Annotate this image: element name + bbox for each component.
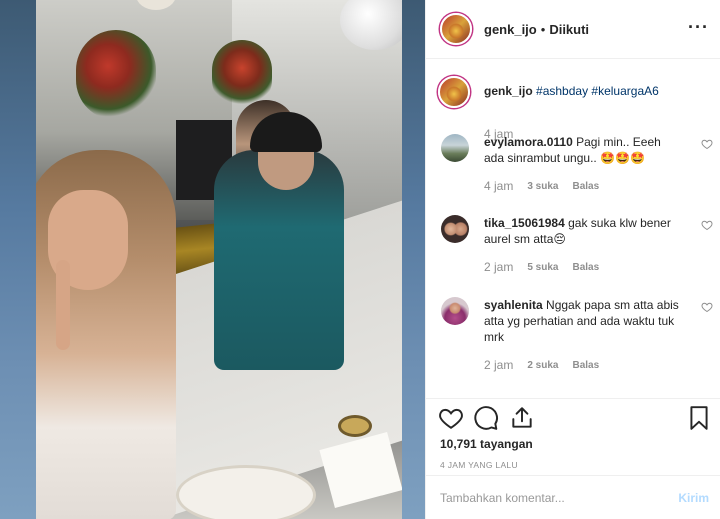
avatar[interactable] [441, 215, 469, 243]
post-actions [426, 398, 720, 438]
comment-username[interactable]: syahlenita [484, 298, 543, 312]
video-scene-finger [56, 260, 70, 350]
share-icon[interactable] [509, 405, 535, 431]
avatar[interactable] [438, 76, 470, 108]
video-player[interactable] [36, 0, 402, 519]
comment-time[interactable]: 4 jam [484, 179, 513, 193]
heart-icon[interactable] [701, 301, 713, 313]
comment-text: syahlenita Nggak papa sm atta abis atta … [484, 297, 684, 345]
reply-button[interactable]: Balas [572, 181, 599, 192]
heart-icon[interactable] [701, 219, 713, 231]
comment-icon[interactable] [473, 405, 499, 431]
comment-likes[interactable]: 2 suka [527, 360, 558, 371]
post-time-ago[interactable]: 4 JAM YANG LALU [440, 460, 518, 470]
follow-status-button[interactable]: Diikuti [549, 22, 589, 37]
comment-username[interactable]: tika_15061984 [484, 216, 565, 230]
heart-icon[interactable] [701, 138, 713, 150]
comment-text: tika_15061984 gak suka klw bener aurel s… [484, 215, 684, 247]
caption-text: genk_ijo #ashbday #keluargaA6 [484, 83, 704, 99]
reply-button[interactable]: Balas [572, 360, 599, 371]
comment-username[interactable]: evylamora.0110 [484, 135, 573, 149]
comment-meta: 4 jam 3 suka Balas [484, 179, 599, 193]
video-scene-plate [176, 465, 316, 519]
comments-list[interactable]: genk_ijo #ashbday #keluargaA6 4 jam evyl… [426, 60, 720, 398]
comment-input[interactable] [440, 489, 660, 507]
avatar[interactable] [441, 134, 469, 162]
comment-meta: 2 jam 2 suka Balas [484, 358, 599, 372]
avatar[interactable] [440, 13, 472, 45]
more-icon[interactable]: ··· [688, 18, 709, 36]
caption-username[interactable]: genk_ijo [484, 84, 533, 98]
video-scene-flowers [76, 30, 156, 120]
heart-icon[interactable] [438, 405, 464, 431]
comment-text: evylamora.0110 Pagi min.. Eeeh ada sinra… [484, 134, 684, 166]
hashtag-link[interactable]: #ashbday [536, 84, 588, 98]
header-username[interactable]: genk_ijo [484, 22, 537, 37]
post-panel: genk_ijo • Diikuti ··· genk_ijo #ashbday… [425, 0, 720, 519]
comment-time[interactable]: 2 jam [484, 260, 513, 274]
comment-time[interactable]: 2 jam [484, 358, 513, 372]
hashtag-link[interactable]: #keluargaA6 [591, 84, 658, 98]
post-header: genk_ijo • Diikuti ··· [426, 0, 720, 59]
view-count[interactable]: 10,791 tayangan [440, 437, 533, 451]
post-media[interactable] [0, 0, 425, 519]
comment-likes[interactable]: 5 suka [527, 262, 558, 273]
header-separator: • [540, 21, 546, 37]
video-scene-bowl [338, 415, 372, 437]
reply-button[interactable]: Balas [572, 262, 599, 273]
comment-likes[interactable]: 3 suka [527, 181, 558, 192]
avatar[interactable] [441, 297, 469, 325]
add-comment-bar: Kirim [426, 475, 720, 519]
comment-meta: 2 jam 5 suka Balas [484, 260, 599, 274]
send-button[interactable]: Kirim [678, 491, 709, 505]
bookmark-icon[interactable] [686, 405, 712, 431]
